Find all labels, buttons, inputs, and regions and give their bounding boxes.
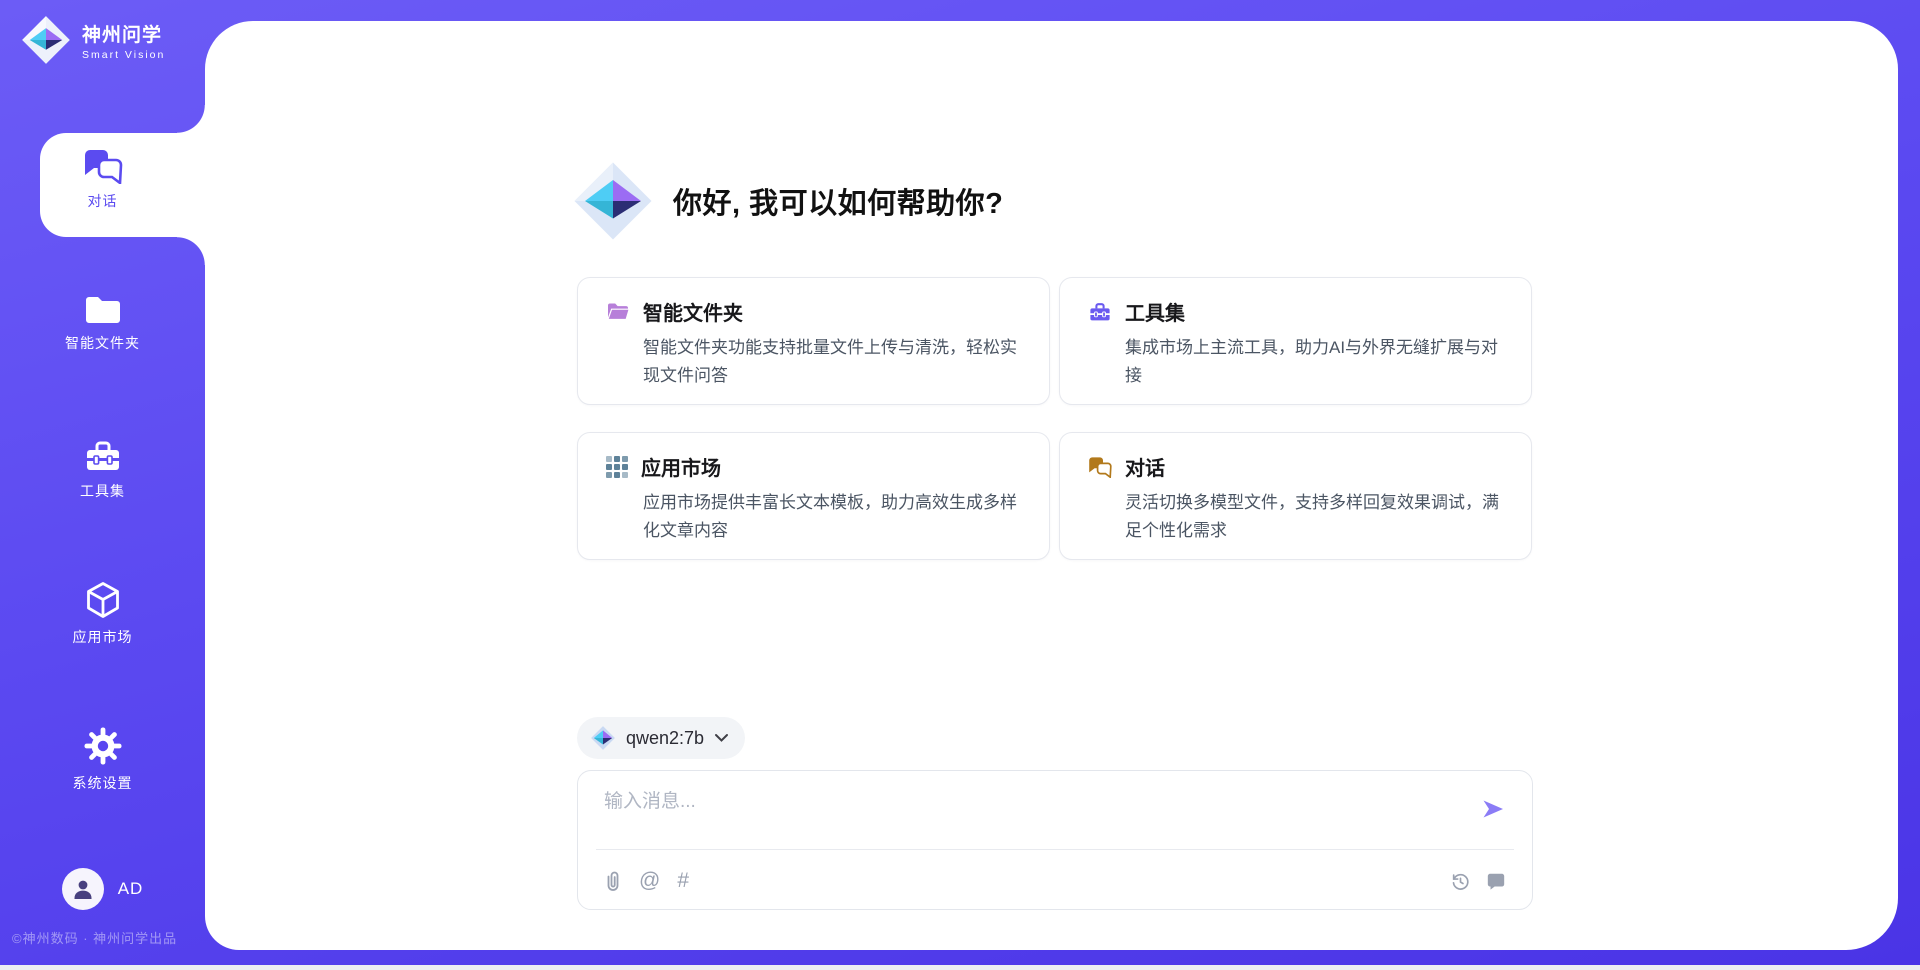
- model-selector[interactable]: qwen2:7b: [577, 717, 745, 759]
- model-diamond-icon: [590, 725, 616, 751]
- app-title: 神州问学: [82, 20, 165, 47]
- card-chat[interactable]: 对话 灵活切换多模型文件，支持多样回复效果调试，满足个性化需求: [1059, 432, 1532, 560]
- app-subtitle: Smart Vision: [82, 49, 165, 61]
- comment-button[interactable]: [1486, 872, 1506, 891]
- gear-icon: [83, 726, 123, 766]
- chevron-down-icon: [714, 733, 729, 743]
- sidebar-item-chat[interactable]: 对话: [0, 148, 205, 211]
- message-composer: @ #: [577, 770, 1533, 910]
- sidebar-item-smart-folder[interactable]: 智能文件夹: [0, 294, 205, 353]
- briefcase-icon: [1088, 301, 1112, 323]
- sidebar-item-label: 对话: [88, 191, 118, 211]
- card-title: 应用市场: [641, 452, 721, 481]
- briefcase-icon: [83, 438, 123, 474]
- sidebar-item-label: 应用市场: [73, 627, 133, 647]
- card-description: 智能文件夹功能支持批量文件上传与清洗，轻松实现文件问答: [643, 334, 1031, 390]
- card-title: 工具集: [1125, 297, 1185, 326]
- sidebar-item-label: 工具集: [80, 481, 125, 501]
- folder-open-icon: [606, 301, 630, 323]
- sidebar-item-toolset[interactable]: 工具集: [0, 438, 205, 501]
- user-account-button[interactable]: AD: [0, 868, 205, 910]
- composer-divider: [596, 849, 1514, 850]
- assistant-diamond-icon: [571, 159, 655, 243]
- sidebar-item-app-market[interactable]: 应用市场: [0, 580, 205, 647]
- sidebar-item-label: 智能文件夹: [65, 333, 140, 353]
- avatar: [62, 868, 104, 910]
- sidebar: 神州问学 Smart Vision 对话 智能文件夹: [0, 0, 205, 970]
- user-name: AD: [118, 879, 144, 899]
- sidebar-item-settings[interactable]: 系统设置: [0, 726, 205, 793]
- card-title: 智能文件夹: [643, 297, 743, 326]
- chat-icon: [1088, 456, 1112, 478]
- card-title: 对话: [1125, 452, 1165, 481]
- card-smart-folder[interactable]: 智能文件夹 智能文件夹功能支持批量文件上传与清洗，轻松实现文件问答: [577, 277, 1050, 405]
- sidebar-item-label: 系统设置: [73, 773, 133, 793]
- brand-diamond-icon: [20, 14, 72, 66]
- app-logo: 神州问学 Smart Vision: [20, 14, 165, 66]
- mention-button[interactable]: @: [639, 871, 660, 891]
- cube-icon: [83, 580, 123, 620]
- card-description: 灵活切换多模型文件，支持多样回复效果调试，满足个性化需求: [1125, 489, 1513, 545]
- copyright-text: ©神州数码 · 神州问学出品: [12, 928, 177, 947]
- folder-icon: [84, 294, 122, 326]
- message-input[interactable]: [604, 791, 1224, 813]
- topic-button[interactable]: #: [677, 871, 689, 891]
- card-toolset[interactable]: 工具集 集成市场上主流工具，助力AI与外界无缝扩展与对接: [1059, 277, 1532, 405]
- greeting-text: 你好, 我可以如何帮助你?: [673, 180, 1003, 222]
- main-panel: 你好, 我可以如何帮助你? 智能文件夹 智能文件夹功能支持批量文件上传与清洗，轻…: [205, 21, 1898, 950]
- send-button[interactable]: [1480, 797, 1506, 821]
- card-description: 应用市场提供丰富长文本模板，助力高效生成多样化文章内容: [643, 489, 1031, 545]
- model-name: qwen2:7b: [626, 728, 704, 749]
- card-description: 集成市场上主流工具，助力AI与外界无缝扩展与对接: [1125, 334, 1513, 390]
- feature-cards: 智能文件夹 智能文件夹功能支持批量文件上传与清洗，轻松实现文件问答: [577, 277, 1533, 560]
- bottom-scrollbar-track[interactable]: [0, 965, 1920, 970]
- attachment-button[interactable]: [604, 870, 622, 892]
- card-app-market[interactable]: 应用市场 应用市场提供丰富长文本模板，助力高效生成多样化文章内容: [577, 432, 1050, 560]
- grid-icon: [606, 456, 628, 478]
- history-button[interactable]: [1450, 871, 1471, 892]
- greeting: 你好, 我可以如何帮助你?: [571, 159, 1003, 243]
- chat-icon: [83, 148, 123, 184]
